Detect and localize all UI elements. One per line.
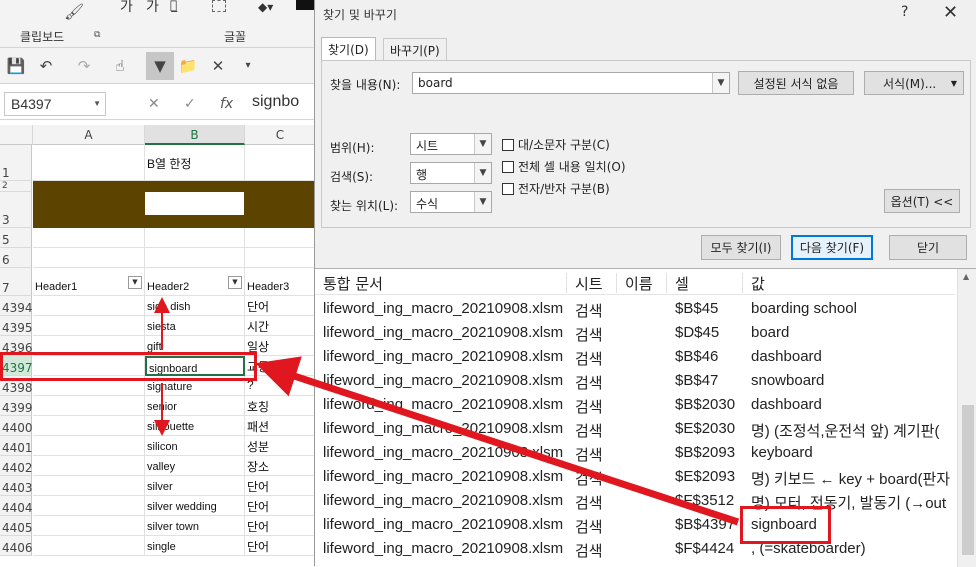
arrow-result-to-cell (255, 356, 740, 526)
annotation-arrows (154, 297, 740, 526)
